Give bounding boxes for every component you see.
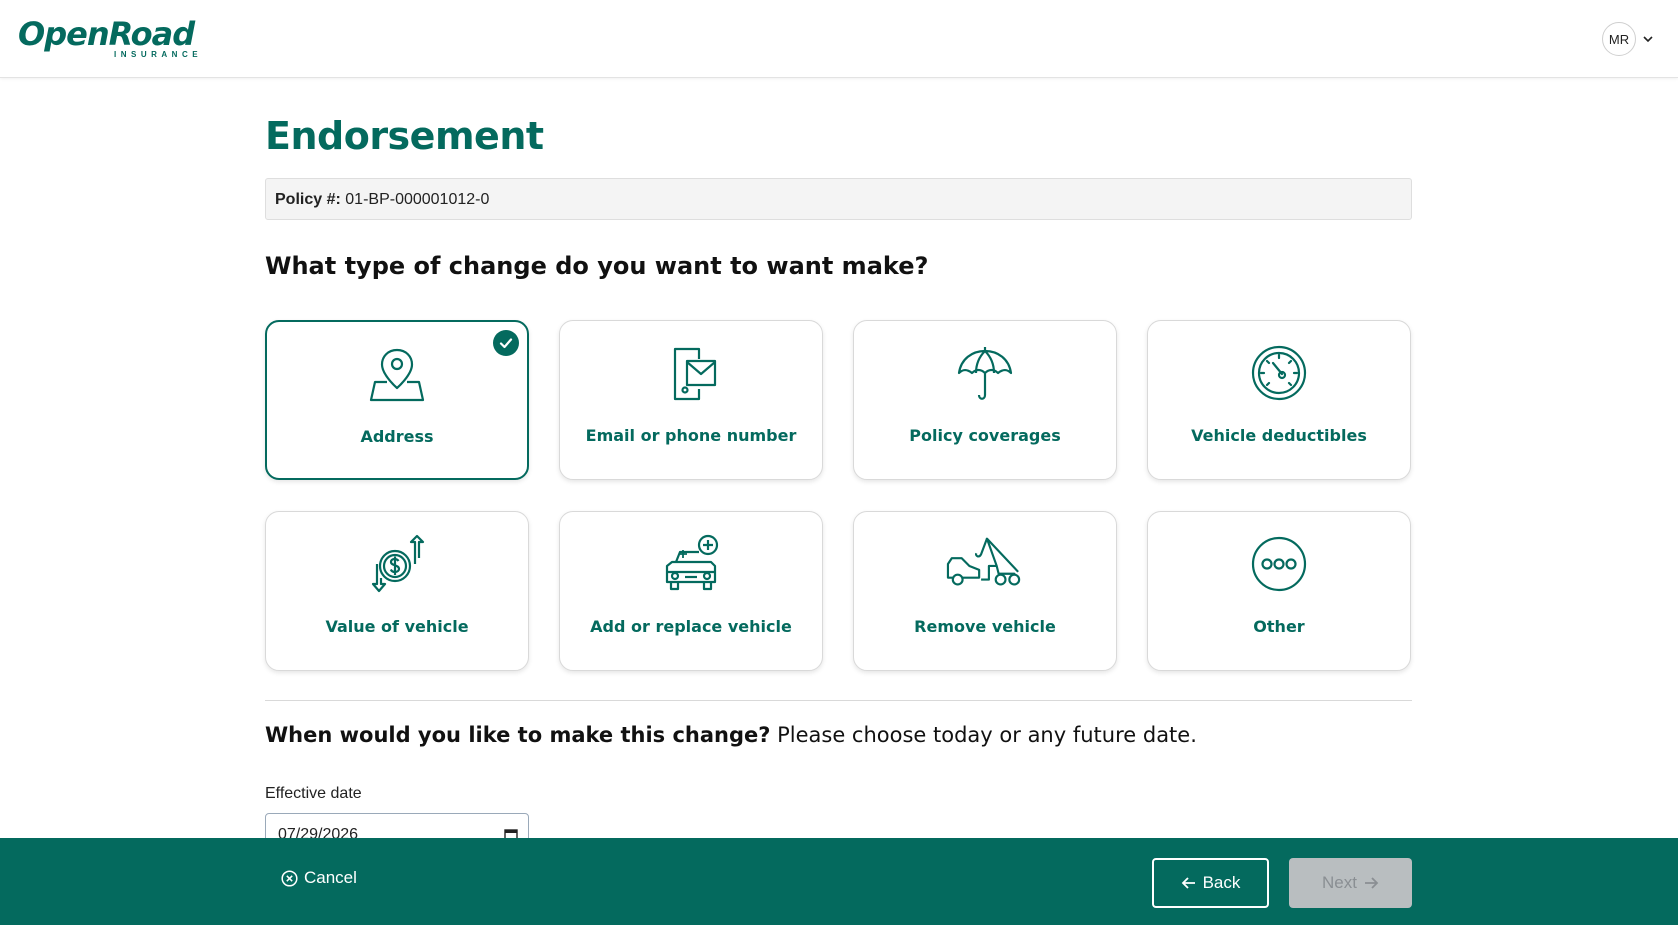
change-type-label: Address — [360, 427, 434, 446]
change-type-label: Email or phone number — [585, 426, 797, 445]
change-type-label: Vehicle deductibles — [1191, 426, 1367, 445]
cancel-label: Cancel — [304, 868, 357, 887]
change-type-address-card[interactable]: Address — [265, 320, 529, 480]
phone-email-icon — [673, 347, 717, 401]
gauge-icon — [1251, 345, 1307, 401]
change-type-value-of-vehicle-card[interactable]: Value of vehicle — [265, 511, 529, 671]
next-button[interactable]: Next — [1289, 858, 1412, 908]
tow-truck-icon — [946, 537, 1021, 586]
back-button[interactable]: Back — [1152, 858, 1269, 908]
logo-text: OpenRoad — [18, 15, 195, 53]
effective-date-question-bold: When would you like to make this change? — [265, 723, 771, 747]
arrow-left-icon — [1181, 877, 1195, 889]
dollar-arrows-icon — [371, 534, 425, 593]
openroad-logo[interactable]: OpenRoad INSURANCE — [18, 16, 218, 62]
umbrella-icon — [957, 347, 1013, 400]
change-type-remove-vehicle-card[interactable]: Remove vehicle — [853, 511, 1117, 671]
change-type-label: Other — [1253, 617, 1305, 636]
page-title: Endorsement — [265, 114, 544, 158]
map-pin-icon — [369, 348, 425, 402]
user-menu[interactable]: MR — [1602, 22, 1654, 56]
policy-number: 01-BP-000001012-0 — [345, 191, 490, 208]
logo-subtext: INSURANCE — [114, 50, 203, 59]
change-type-vehicle-deductibles-card[interactable]: Vehicle deductibles — [1147, 320, 1411, 480]
change-type-question: What type of change do you want to want … — [265, 252, 929, 280]
change-type-label: Policy coverages — [909, 426, 1061, 445]
change-type-label: Add or replace vehicle — [590, 617, 792, 636]
policy-label: Policy #: — [275, 191, 341, 208]
chevron-down-icon — [1643, 36, 1653, 43]
cancel-circle-x-icon — [281, 869, 298, 887]
effective-date-question-rest: Please choose today or any future date. — [770, 723, 1197, 747]
effective-date-label: Effective date — [265, 785, 362, 802]
more-dots-icon — [1251, 536, 1307, 592]
selected-check-icon — [493, 330, 519, 356]
change-type-grid: Address Email or phone number Policy cov… — [265, 320, 1412, 671]
car-add-icon — [665, 534, 719, 591]
effective-date-question: When would you like to make this change?… — [265, 723, 1197, 747]
top-bar: OpenRoad INSURANCE MR — [0, 0, 1678, 78]
footer-action-bar: Cancel Back Next — [0, 838, 1678, 925]
section-divider — [265, 700, 1412, 701]
next-label: Next — [1322, 873, 1357, 892]
back-label: Back — [1202, 873, 1241, 892]
change-type-add-replace-vehicle-card[interactable]: Add or replace vehicle — [559, 511, 823, 671]
change-type-email-phone-card[interactable]: Email or phone number — [559, 320, 823, 480]
change-type-policy-coverages-card[interactable]: Policy coverages — [853, 320, 1117, 480]
policy-info-bar: Policy #: 01-BP-000001012-0 — [265, 178, 1412, 220]
arrow-right-icon — [1364, 877, 1379, 889]
change-type-label: Value of vehicle — [325, 617, 469, 636]
cancel-button[interactable]: Cancel — [281, 868, 357, 888]
change-type-label: Remove vehicle — [914, 617, 1056, 636]
change-type-other-card[interactable]: Other — [1147, 511, 1411, 671]
avatar[interactable]: MR — [1602, 22, 1636, 56]
